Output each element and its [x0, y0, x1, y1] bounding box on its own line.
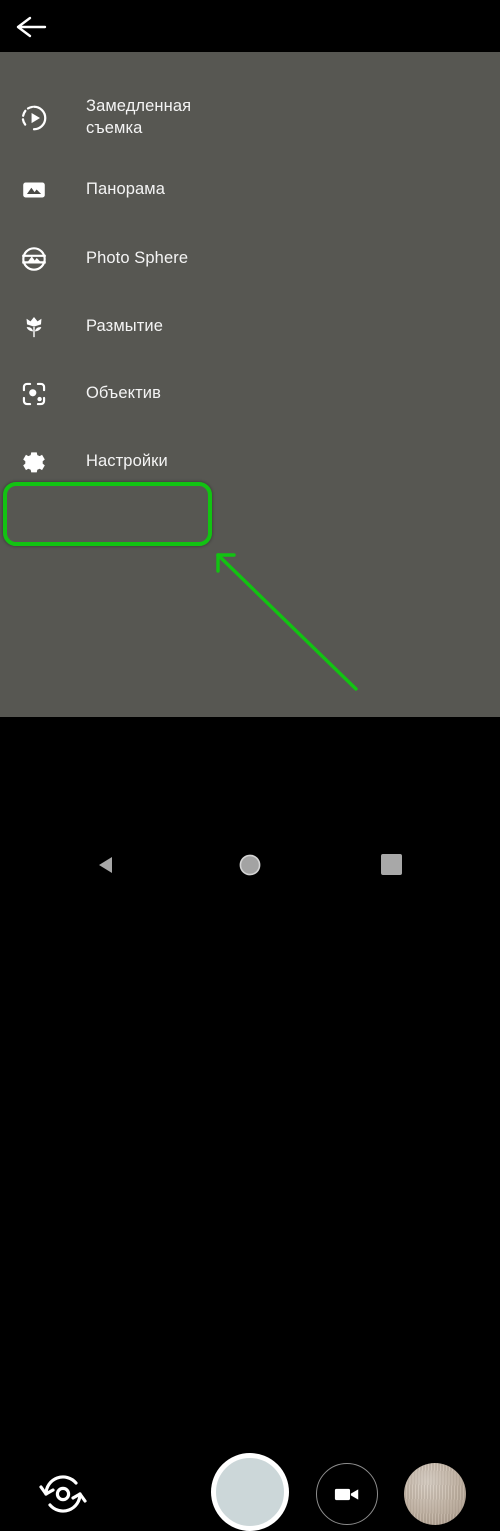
mode-item-label: Панорама [86, 180, 165, 199]
mode-item-blur[interactable]: Размытие [0, 299, 500, 355]
back-arrow-icon[interactable] [14, 14, 50, 40]
mode-item-slow-motion[interactable]: Замедленная съемка [0, 85, 500, 151]
settings-highlight-box [3, 482, 212, 546]
mode-item-panorama[interactable]: Панорама [0, 162, 500, 218]
camera-control-bar [0, 717, 500, 1531]
android-nav-bar [0, 841, 500, 889]
videocam-icon [334, 1488, 359, 1500]
mode-item-label: Размытие [86, 317, 163, 336]
mode-item-settings[interactable]: Настройки [0, 434, 500, 490]
mode-item-lens[interactable]: Объектив [0, 366, 500, 422]
nav-back-triangle-icon[interactable] [95, 853, 119, 877]
shutter-button[interactable] [211, 1453, 289, 1531]
panorama-icon [14, 170, 54, 210]
mode-item-label: Замедленная съемка [86, 97, 192, 137]
gallery-thumbnail[interactable] [404, 1463, 466, 1525]
photo-sphere-icon [14, 239, 54, 279]
mode-item-photo-sphere[interactable]: Photo Sphere [0, 231, 500, 287]
mode-item-label: Объектив [86, 384, 161, 403]
mode-item-label: Настройки [86, 452, 168, 471]
top-bar [0, 0, 500, 52]
slow-motion-icon [14, 98, 54, 138]
nav-home-circle-icon[interactable] [238, 853, 262, 877]
nav-recents-square-icon[interactable] [381, 854, 402, 875]
lens-icon [14, 374, 54, 414]
flower-icon [14, 307, 54, 347]
gear-icon [14, 442, 54, 482]
video-mode-button[interactable] [316, 1463, 378, 1525]
mode-menu-panel: Замедленная съемка Панорама Photo Sphere [0, 52, 500, 717]
switch-camera-icon[interactable] [32, 1463, 94, 1525]
mode-item-label: Photo Sphere [86, 249, 189, 268]
annotation-arrow-up-left-icon [200, 537, 380, 707]
